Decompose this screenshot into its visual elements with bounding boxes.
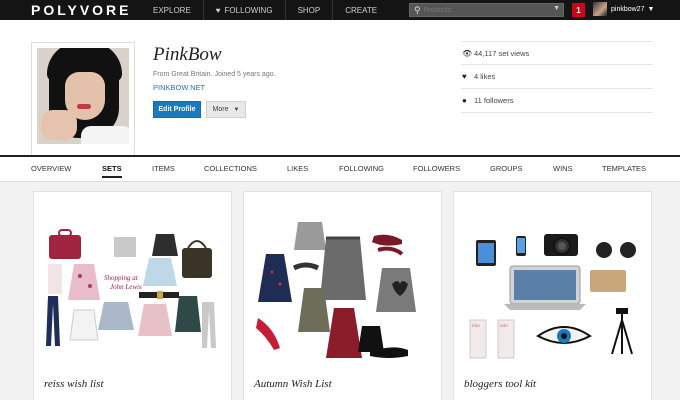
profile-header: PinkBow From Great Britain. Joined 5 yea… (0, 20, 680, 164)
tab-groups[interactable]: GROUPS (490, 164, 523, 173)
search-box[interactable]: ⚲ ▼ (409, 3, 564, 17)
profile-name: PinkBow (153, 44, 222, 65)
search-icon: ⚲ (414, 4, 421, 15)
set-caption: John Lewis (110, 283, 142, 291)
stat-likes[interactable]: ♥ 4 likes (461, 65, 653, 89)
search-dropdown-icon[interactable]: ▼ (553, 5, 560, 12)
eye-icon: 👁 (462, 48, 473, 58)
username: pinkbow27 (611, 5, 645, 13)
profile-tabs: OVERVIEW SETS ITEMS COLLECTIONS LIKES FO… (0, 155, 680, 182)
notification-badge[interactable]: 1 (572, 3, 585, 17)
profile-stats: 👁 44,117 set views ♥ 4 likes ● 11 followers (461, 41, 653, 113)
heart-icon: ♥ (215, 5, 221, 15)
stat-label: 44,117 set views (474, 48, 530, 58)
edit-profile-button[interactable]: Edit Profile (153, 101, 201, 118)
set-title[interactable]: reiss wish list (44, 378, 104, 390)
profile-avatar[interactable] (31, 42, 135, 164)
top-navigation-bar: POLYVORE EXPLORE ♥ FOLLOWING SHOP CREATE … (0, 0, 680, 20)
tab-templates[interactable]: TEMPLATES (602, 164, 646, 173)
nav-following[interactable]: ♥ FOLLOWING (202, 0, 285, 20)
tab-sets[interactable]: SETS (102, 164, 122, 178)
tab-wins[interactable]: WINS (553, 164, 573, 173)
stat-followers[interactable]: ● 11 followers (461, 89, 653, 113)
tab-items[interactable]: ITEMS (152, 164, 175, 173)
set-card[interactable]: lala lala bloggers tool kit (453, 191, 652, 400)
person-icon: ● (462, 96, 467, 105)
set-collage-image: lala lala (469, 234, 636, 359)
set-title[interactable]: Autumn Wish List (254, 378, 332, 390)
nav-following-label: FOLLOWING (224, 5, 273, 15)
set-caption: Shopping at (104, 274, 139, 282)
profile-meta: From Great Britain. Joined 5 years ago. (153, 71, 276, 78)
stat-set-views[interactable]: 👁 44,117 set views (461, 41, 653, 65)
set-card[interactable]: Autumn Wish List (243, 191, 442, 400)
tab-collections[interactable]: COLLECTIONS (204, 164, 257, 173)
nav-create[interactable]: CREATE (332, 0, 389, 20)
more-button[interactable]: More ▼ (206, 101, 246, 118)
stat-label: 4 likes (474, 72, 496, 81)
tab-likes[interactable]: LIKES (287, 164, 308, 173)
user-menu[interactable]: pinkbow27 ▼ (593, 2, 654, 16)
set-collage-image: Shopping at John Lewis (46, 229, 216, 348)
chevron-down-icon: ▼ (233, 106, 240, 113)
nav-shop[interactable]: SHOP (284, 0, 333, 20)
more-label: More (212, 106, 229, 113)
tab-followers[interactable]: FOLLOWERS (413, 164, 460, 173)
set-tag: lala (472, 324, 480, 329)
profile-photo (37, 48, 129, 144)
tab-following[interactable]: FOLLOWING (339, 164, 384, 173)
profile-website-link[interactable]: PINKBOW.NET (153, 83, 205, 92)
nav-explore[interactable]: EXPLORE (141, 0, 203, 20)
main-nav: EXPLORE ♥ FOLLOWING SHOP CREATE (141, 0, 389, 20)
search-input[interactable] (423, 6, 554, 14)
set-card[interactable]: Shopping at John Lewis reiss wish list (33, 191, 232, 400)
tab-overview[interactable]: OVERVIEW (31, 164, 71, 173)
set-title[interactable]: bloggers tool kit (464, 378, 536, 390)
chevron-down-icon: ▼ (647, 5, 655, 13)
heart-icon: ♥ (462, 72, 467, 81)
stat-label: 11 followers (474, 96, 514, 105)
user-avatar (593, 2, 607, 16)
polyvore-logo[interactable]: POLYVORE (31, 2, 141, 18)
set-collage-image (256, 222, 416, 358)
set-tag: lala (500, 324, 508, 329)
